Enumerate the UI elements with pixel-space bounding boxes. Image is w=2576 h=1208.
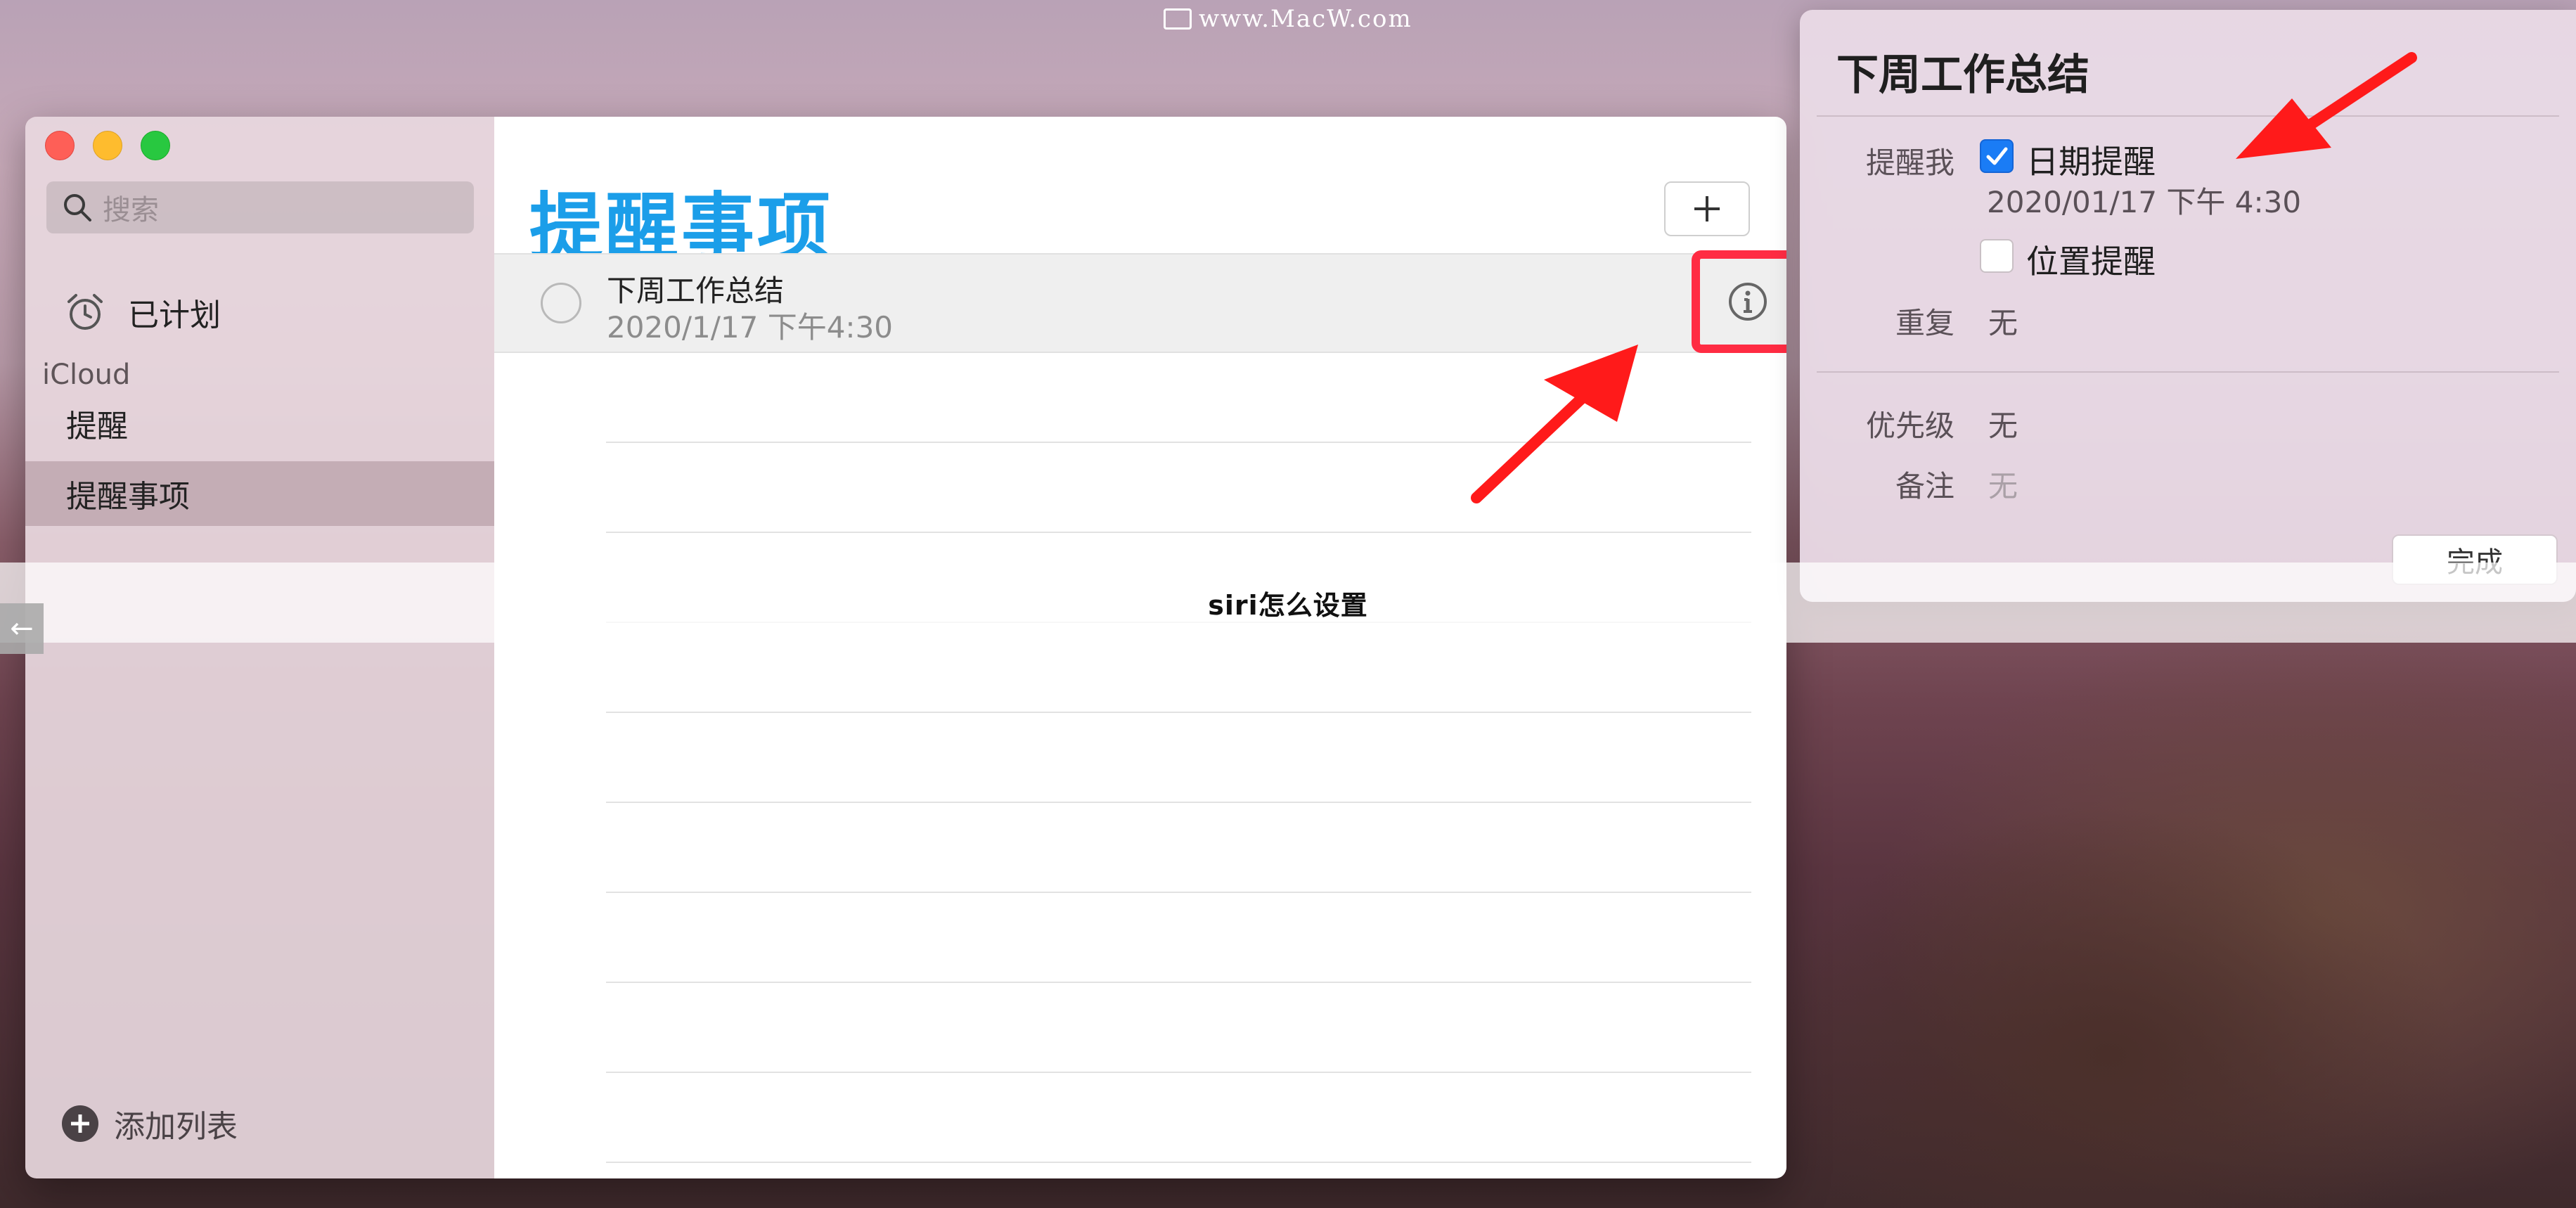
reminder-date-value[interactable]: 2020/01/17 下午 4:30 [1987,179,2301,221]
detail-popover: 下周工作总结 提醒我 日期提醒 2020/01/17 下午 4:30 位置提醒 … [1800,10,2576,602]
sidebar-item-reminder-list[interactable]: 提醒事项 [25,461,494,526]
watermark-text: www.MacW.com [1199,5,1412,33]
info-button[interactable] [1692,250,1786,353]
minimize-button[interactable] [93,131,122,160]
sidebar-item-reminders[interactable]: 提醒 [25,394,494,453]
search-icon [64,194,91,221]
sidebar-item-label: 提醒事项 [66,479,190,515]
alarm-clock-icon [67,294,103,330]
priority-value[interactable]: 无 [1988,402,2018,445]
list-divider [606,712,1751,713]
add-list-button[interactable]: 添加列表 [60,1101,238,1146]
close-button[interactable] [45,131,75,160]
divider [1817,115,2559,117]
list-divider [606,442,1751,443]
complete-checkbox[interactable] [541,283,581,323]
add-list-label: 添加列表 [114,1109,238,1145]
section-header-icloud: iCloud [42,359,131,391]
maximize-button[interactable] [141,131,170,160]
location-reminder-checkbox[interactable] [1980,239,2014,273]
popover-title: 下周工作总结 [1836,51,2089,100]
reminders-window: 搜索 已计划 iCloud 提醒 提醒事项 添加列表 提醒事项 下周工作总结 2… [25,117,1786,1178]
plus-circle-icon [62,1105,98,1142]
list-divider [606,532,1751,533]
date-reminder-label: 日期提醒 [2026,143,2156,181]
sidebar-item-scheduled[interactable]: 已计划 [25,283,494,342]
watermark: www.MacW.com [1164,3,1417,35]
location-reminder-label: 位置提醒 [2026,243,2156,281]
date-reminder-checkbox[interactable] [1980,139,2014,173]
task-date: 2020/1/17 下午4:30 [607,310,894,345]
plus-icon [1694,196,1720,221]
window-controls [45,131,170,160]
search-input[interactable]: 搜索 [46,181,474,233]
list-divider [606,802,1751,803]
back-arrow-icon[interactable]: ← [0,603,44,654]
notes-label: 备注 [1895,469,1954,503]
repeat-value[interactable]: 无 [1988,300,2018,342]
monitor-icon [1164,8,1192,30]
divider [1817,371,2559,373]
list-divider [606,1162,1751,1163]
add-reminder-button[interactable] [1664,181,1750,236]
list-divider [606,982,1751,983]
sidebar-item-label: 已计划 [128,297,221,333]
search-placeholder: 搜索 [103,194,159,226]
repeat-label: 重复 [1895,306,1954,340]
caption-text: siri怎么设置 [1208,589,1368,621]
info-icon [1729,283,1767,321]
remind-me-label: 提醒我 [1865,146,1954,180]
notes-field[interactable]: 无 [1988,463,2018,506]
list-divider [606,1072,1751,1073]
table-row[interactable]: 下周工作总结 2020/1/17 下午4:30 [494,250,1786,353]
sidebar: 搜索 已计划 iCloud 提醒 提醒事项 添加列表 [25,117,496,1178]
caption-banner: siri怎么设置 [0,563,2576,643]
checkmark-icon [1986,147,2008,165]
priority-label: 优先级 [1865,409,1954,443]
main-pane: 提醒事项 下周工作总结 2020/1/17 下午4:30 [494,117,1786,1178]
list-divider [606,892,1751,893]
sidebar-item-label: 提醒 [66,409,128,444]
